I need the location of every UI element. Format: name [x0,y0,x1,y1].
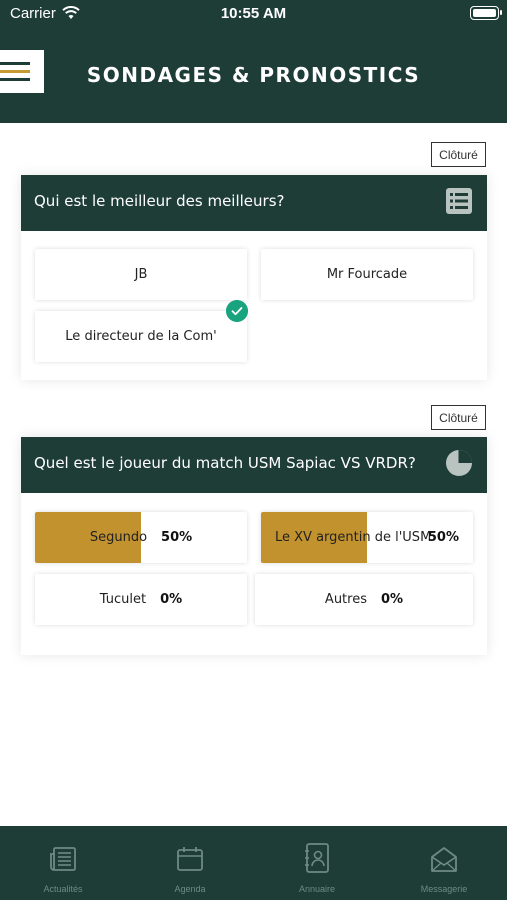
poll-option-percent: 0% [380,592,404,607]
tab-label: Agenda [174,884,206,894]
tab-messagerie[interactable]: Messagerie [381,826,507,900]
page-title: SONDAGES & PRONOSTICS [86,63,421,87]
poll-result-bar: Autres 0% [255,574,473,625]
poll-option-button[interactable]: Mr Fourcade [261,249,473,300]
poll-option-label: JB [134,267,148,282]
clock: 10:55 AM [220,5,287,22]
poll-status-badge: Clôturé [431,142,486,167]
poll-option-label: Segundo [89,530,148,545]
poll-option-label: Le directeur de la Com' [65,329,217,344]
poll-question: Quel est le joueur du match USM Sapiac V… [34,454,416,472]
poll-option-label: Le XV argentin de l'USM [275,530,432,545]
pie-chart-icon[interactable] [445,449,473,477]
poll-option-button[interactable]: Le directeur de la Com' [35,311,247,362]
battery-icon [470,6,502,20]
tab-agenda[interactable]: Agenda [127,826,253,900]
tab-label: Messagerie [420,884,468,894]
poll-question: Qui est le meilleur des meilleurs? [34,192,285,210]
poll-status-badge: Clôturé [431,405,486,430]
tab-label: Actualités [43,884,83,894]
tab-label: Annuaire [298,884,336,894]
contacts-book-icon [305,843,329,873]
tab-annuaire[interactable]: Annuaire [254,826,380,900]
poll-option-label: Tuculet [99,592,147,607]
tab-actualites[interactable]: Actualités [0,826,126,900]
poll-result-bar: Segundo 50% [35,512,247,563]
selected-check-icon [226,300,248,322]
poll-option-label: Mr Fourcade [326,267,408,282]
poll-option-button[interactable]: JB [35,249,247,300]
poll-option-percent: 50% [161,530,193,545]
poll-option-percent: 0% [160,592,183,607]
app-header: Carrier 10:55 AM SONDAGES & PRONOSTICS [0,0,507,123]
poll-header: Quel est le joueur du match USM Sapiac V… [21,437,487,493]
poll-header: Qui est le meilleur des meilleurs? [21,175,487,231]
list-icon[interactable] [445,187,473,215]
newspaper-icon [50,847,76,871]
calendar-icon [177,847,203,871]
status-bar: Carrier 10:55 AM [0,0,507,30]
mail-icon [431,847,457,872]
poll-option-label: Autres [324,592,367,607]
poll-option-percent: 50% [427,530,459,545]
poll-result-bar: Tuculet 0% [35,574,247,625]
tab-bar: Actualités Agenda Annuaire Messagerie [0,826,507,900]
poll-result-bar: Le XV argentin de l'USM 50% [261,512,473,563]
